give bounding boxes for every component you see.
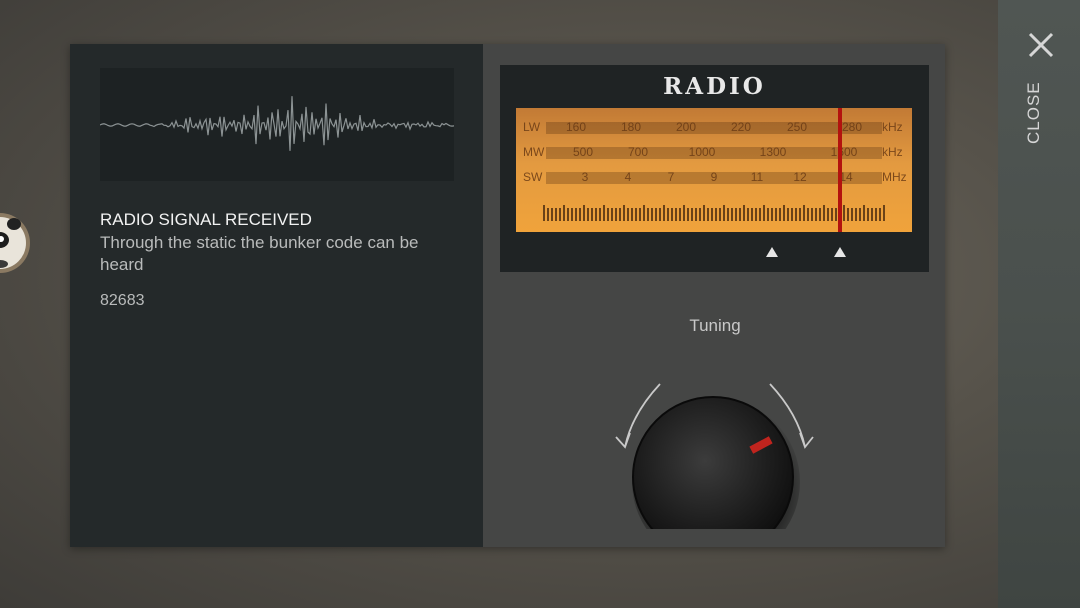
band-mw-unit: kHz	[882, 145, 903, 159]
bunker-code: 82683	[100, 292, 145, 309]
band-lw-value: 280	[841, 120, 863, 134]
band-lw-value: 250	[786, 120, 808, 134]
close-button[interactable]: CLOSE	[1018, 28, 1064, 148]
band-marker-arrow	[834, 247, 846, 257]
radio-display: RADIO LW kHz 160 180 200 220 250 280 MW …	[500, 65, 929, 272]
band-lw: LW kHz 160 180 200 220 250 280	[516, 118, 912, 138]
band-lw-value: 160	[565, 120, 587, 134]
band-lw-label: LW	[523, 120, 541, 134]
band-mw: MW kHz 500 700 1000 1300 1600	[516, 143, 912, 163]
radio-dialog: RADIO SIGNAL RECEIVED Through the static…	[70, 44, 945, 547]
radio-title: RADIO	[663, 73, 766, 100]
band-sw-unit: MHz	[882, 170, 907, 184]
waveform-line	[99, 96, 455, 151]
band-mw-value: 1000	[688, 145, 716, 159]
tuning-needle[interactable]	[838, 108, 842, 232]
waveform-graph	[99, 96, 455, 151]
waveform-display	[99, 68, 455, 181]
message-body: Through the static the bunker code can b…	[100, 233, 419, 274]
band-mw-value: 1300	[759, 145, 787, 159]
band-sw-value: 4	[624, 170, 632, 184]
band-sw-value: 12	[793, 170, 807, 184]
band-lw-unit: kHz	[882, 120, 903, 134]
message-column: RADIO SIGNAL RECEIVED Through the static…	[70, 44, 483, 547]
band-marker-arrow	[766, 247, 778, 257]
message-title: RADIO SIGNAL RECEIVED	[100, 210, 312, 229]
band-lw-value: 200	[675, 120, 697, 134]
band-sw-value: 11	[750, 170, 764, 184]
band-lw-value: 180	[620, 120, 642, 134]
knob-body[interactable]	[632, 396, 794, 529]
band-lw-value: 220	[730, 120, 752, 134]
close-label: CLOSE	[1024, 81, 1043, 145]
band-mw-value: 500	[572, 145, 594, 159]
band-sw-value: 3	[581, 170, 589, 184]
band-mw-value: 700	[627, 145, 649, 159]
band-sw: SW MHz 3 4 7 9 11 12 14	[516, 168, 912, 188]
panda-avatar[interactable]	[0, 200, 30, 286]
frequency-dial: LW kHz 160 180 200 220 250 280 MW kHz 50…	[516, 108, 912, 232]
dial-tick-marks	[543, 205, 885, 221]
band-sw-value: 7	[667, 170, 675, 184]
close-icon	[1028, 32, 1054, 58]
band-sw-value: 9	[710, 170, 718, 184]
band-mw-label: MW	[523, 145, 545, 159]
band-mw-value: 1600	[830, 145, 858, 159]
tuning-knob[interactable]	[610, 329, 820, 529]
band-sw-label: SW	[523, 170, 543, 184]
band-lw-bar	[546, 122, 882, 134]
